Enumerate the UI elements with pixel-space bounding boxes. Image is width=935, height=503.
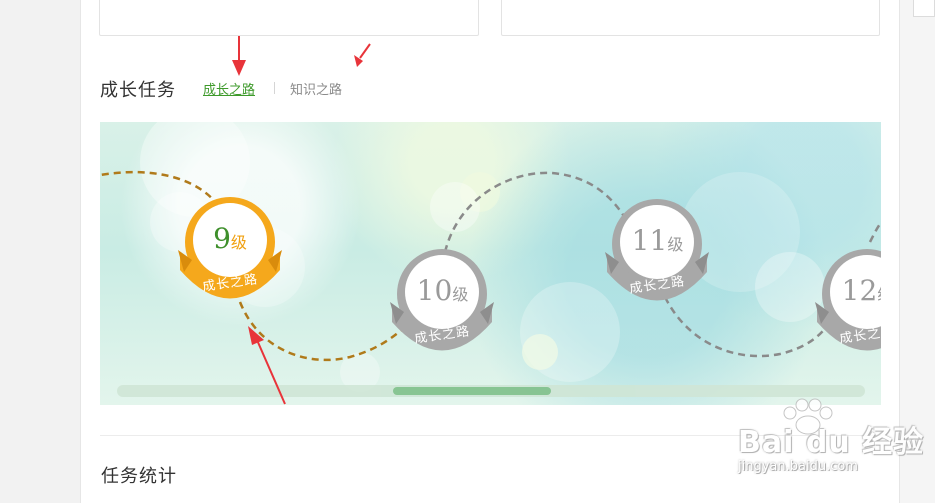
growth-path-graphic <box>100 122 881 392</box>
level-10-label[interactable]: 10级 <box>405 274 480 307</box>
info-card-right <box>501 0 880 36</box>
watermark-brand: Bai du 经验 <box>738 425 925 460</box>
watermark-url: jingyan.baidu.com <box>738 459 858 474</box>
baidu-watermark: Bai du 经验 jingyan.baidu.com <box>718 395 923 485</box>
tab-separator <box>274 82 275 94</box>
tab-growth-path[interactable]: 成长之路 <box>203 79 255 98</box>
level-11-label[interactable]: 11级 <box>620 224 695 257</box>
level-12-label[interactable]: 12级 <box>830 274 881 307</box>
growth-tasks-title: 成长任务 <box>100 80 176 101</box>
info-card-left <box>99 0 479 36</box>
growth-path-banner[interactable]: 9级 成长之路 10级 成长之路 11级 成长之路 12级 成长之路 <box>100 122 881 405</box>
tab-knowledge-path[interactable]: 知识之路 <box>290 79 342 98</box>
browser-scrollbar-thumb[interactable] <box>913 0 935 17</box>
task-stats-title: 任务统计 <box>101 466 177 487</box>
level-9-label[interactable]: 9级 <box>195 222 265 255</box>
banner-scrollbar-thumb[interactable] <box>393 387 551 395</box>
